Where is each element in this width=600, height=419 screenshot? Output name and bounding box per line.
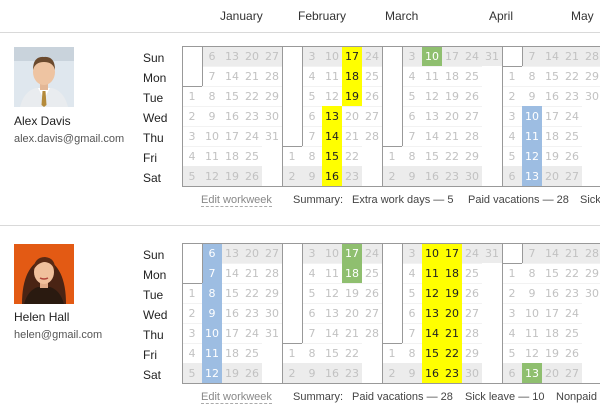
month-boundary (402, 46, 403, 146)
month-boundary (502, 263, 522, 264)
month-frame (382, 46, 503, 187)
month-boundary (522, 46, 523, 66)
month-boundary (382, 343, 402, 344)
month-frame (382, 243, 503, 384)
summary-item: Sick leave — 10 (465, 391, 545, 403)
month-frame (182, 46, 283, 187)
month-header: January February March April May (0, 0, 600, 32)
month-boundary (522, 243, 523, 263)
month-label-may: May (571, 9, 594, 23)
employee-row: Alex Davis alex.davis@gmail.com Sun Mon … (0, 32, 600, 222)
summary-item: Nonpaid (556, 391, 597, 403)
month-boundary (282, 343, 302, 344)
edit-workweek-link[interactable]: Edit workweek (201, 391, 272, 404)
month-frame (282, 243, 383, 384)
month-label-april: April (489, 9, 514, 23)
summary-item: Extra work days — 5 (352, 194, 454, 206)
month-frame (502, 46, 600, 187)
month-frame (182, 243, 283, 384)
summary-label: Summary: (293, 391, 344, 403)
month-boundary (282, 146, 302, 147)
month-boundary (302, 243, 303, 343)
month-label-february: February (298, 9, 347, 23)
month-frame (282, 46, 383, 187)
month-boundary (202, 243, 203, 283)
month-label-january: January (220, 9, 263, 23)
summary-item: Paid vacations — 28 (352, 391, 453, 403)
row-divider (0, 225, 600, 226)
month-boundary (502, 66, 522, 67)
month-boundary (382, 146, 402, 147)
employee-row: Helen Hall helen@gmail.com Sun Mon Tue W… (0, 229, 600, 419)
month-boundary (182, 283, 202, 284)
month-boundary (302, 46, 303, 146)
summary-item: Sick (580, 194, 600, 206)
month-boundary (182, 86, 202, 87)
month-frame (502, 243, 600, 384)
month-boundary (202, 46, 203, 86)
edit-workweek-link[interactable]: Edit workweek (201, 194, 272, 207)
month-boundary (402, 243, 403, 343)
summary-label: Summary: (293, 194, 344, 206)
summary-item: Paid vacations — 28 (468, 194, 569, 206)
month-label-march: March (385, 9, 419, 23)
